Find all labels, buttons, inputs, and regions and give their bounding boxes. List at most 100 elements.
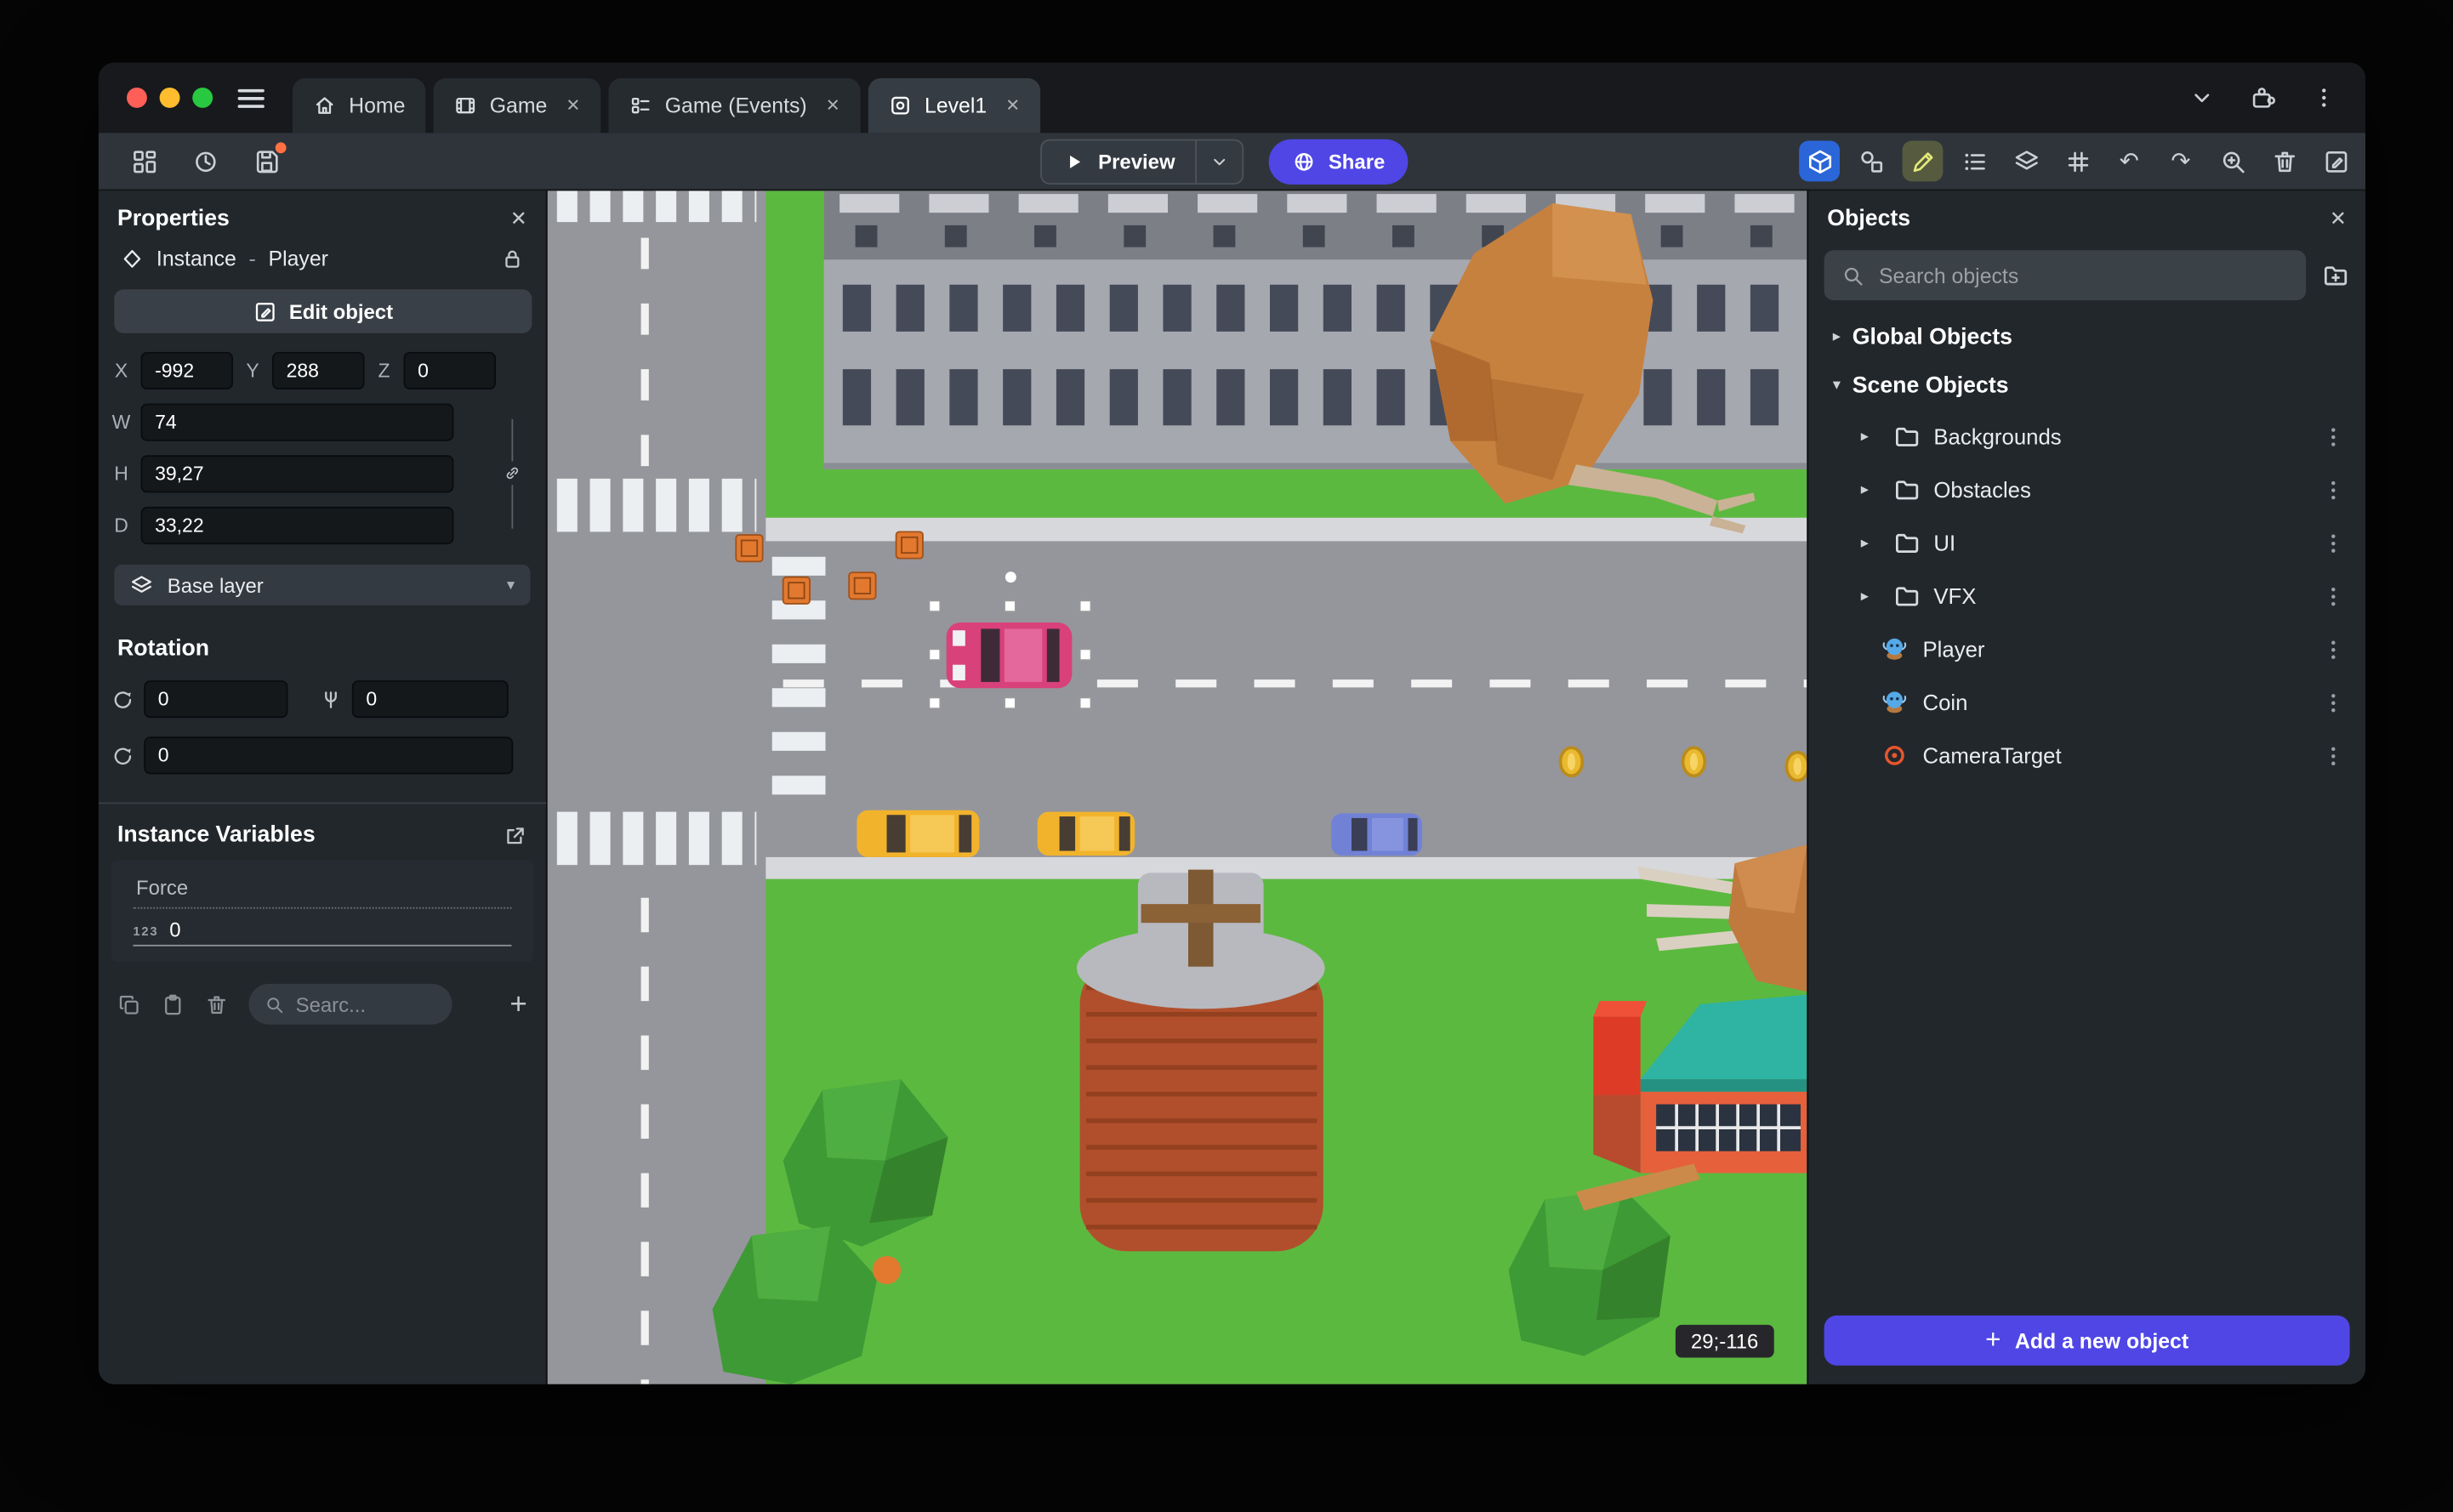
folder-menu-icon[interactable] (2320, 423, 2347, 450)
player-car-selected[interactable] (946, 622, 1073, 689)
chevron-right-icon[interactable]: ▸ (1849, 534, 1881, 551)
variable-value-input[interactable] (169, 918, 452, 942)
variable-name[interactable]: Force (133, 870, 512, 909)
edit-object-button[interactable]: Edit object (114, 289, 532, 333)
fullscreen-window-button[interactable] (192, 88, 213, 108)
close-window-button[interactable] (126, 88, 147, 108)
variables-search[interactable] (248, 983, 452, 1025)
grid-icon[interactable] (2057, 141, 2098, 182)
height-input[interactable] (140, 455, 454, 493)
zoom-in-icon[interactable] (2212, 141, 2253, 182)
objects-search-input[interactable] (1878, 263, 2289, 287)
more-options-icon[interactable] (2311, 84, 2337, 111)
instances-list-icon[interactable] (1954, 141, 1995, 182)
preview-button[interactable]: Preview (1040, 139, 1244, 185)
instance-object-name: Player (268, 247, 328, 271)
objects-search[interactable] (1824, 250, 2307, 301)
redo-icon[interactable]: ↷ (2160, 141, 2201, 182)
preview-button-main[interactable]: Preview (1042, 151, 1196, 173)
history-icon[interactable] (185, 141, 225, 182)
object-camera-target[interactable]: CameraTarget (1808, 729, 2365, 782)
app-window: Home Game ✕ Game (Events) ✕ Level1 ✕ Pre… (98, 62, 2366, 1384)
tab-home[interactable]: Home (292, 77, 426, 134)
folder-ui[interactable]: ▸ UI (1808, 516, 2365, 570)
toggle-3d-view-icon[interactable] (1799, 140, 1841, 182)
add-variable-button[interactable]: + (509, 989, 526, 1019)
folder-vfx[interactable]: ▸ VFX (1808, 570, 2365, 623)
tab-level1[interactable]: Level1 ✕ (868, 77, 1041, 134)
delete-variable-icon[interactable] (205, 992, 229, 1016)
project-manager-icon[interactable] (123, 141, 164, 182)
lock-icon[interactable] (501, 247, 525, 271)
scene-canvas[interactable] (547, 190, 1807, 1384)
share-button[interactable]: Share (1268, 139, 1409, 185)
depth-input[interactable] (140, 506, 454, 545)
rotate-x-icon (111, 687, 135, 711)
target-icon (1881, 742, 1909, 770)
edit-mode-pencil-icon[interactable] (1902, 140, 1944, 182)
y-input[interactable] (272, 351, 365, 389)
group-global-objects[interactable]: ▸ Global Objects (1808, 313, 2365, 361)
close-tab-icon[interactable]: ✕ (1005, 95, 1020, 116)
object-coin[interactable]: Coin (1808, 676, 2365, 730)
tab-game[interactable]: Game ✕ (433, 77, 601, 134)
window-controls (126, 88, 213, 108)
car-yellow-2[interactable] (1037, 811, 1135, 856)
open-variables-editor-icon[interactable] (504, 823, 527, 847)
car-yellow-1[interactable] (857, 810, 980, 857)
tabs-overflow-chevron-icon[interactable] (2188, 84, 2215, 111)
layers-icon[interactable] (2006, 141, 2046, 182)
chevron-right-icon[interactable]: ▸ (1849, 588, 1881, 605)
titlebar-right-actions (2188, 84, 2337, 111)
undo-icon[interactable]: ↶ (2109, 141, 2149, 182)
folder-obstacles[interactable]: ▸ Obstacles (1808, 463, 2365, 516)
x-input[interactable] (140, 351, 234, 389)
variables-search-input[interactable] (295, 992, 437, 1016)
width-input[interactable] (140, 403, 454, 441)
folder-menu-icon[interactable] (2320, 583, 2347, 609)
close-properties-icon[interactable]: ✕ (510, 207, 527, 231)
chevron-right-icon[interactable]: ▸ (1849, 428, 1881, 445)
close-tab-icon[interactable]: ✕ (826, 95, 840, 116)
folder-backgrounds[interactable]: ▸ Backgrounds (1808, 410, 2365, 463)
chevron-down-icon[interactable]: ▾ (1821, 377, 1853, 394)
add-folder-icon[interactable] (2322, 261, 2350, 289)
link-dimensions-icon[interactable] (500, 461, 525, 486)
chevron-right-icon[interactable]: ▸ (1849, 481, 1881, 498)
layer-select[interactable]: Base layer ▾ (114, 564, 531, 605)
chevron-right-icon[interactable]: ▸ (1821, 328, 1853, 345)
preview-options-chevron[interactable] (1195, 140, 1243, 184)
close-tab-icon[interactable]: ✕ (566, 95, 580, 116)
variable-value-row: 123 (133, 918, 512, 946)
objects-mode-icon[interactable] (1851, 141, 1892, 182)
folder-menu-icon[interactable] (2320, 476, 2347, 503)
object-menu-icon[interactable] (2320, 636, 2347, 662)
delete-icon[interactable] (2263, 141, 2304, 182)
folder-menu-icon[interactable] (2320, 530, 2347, 556)
close-objects-icon[interactable]: ✕ (2330, 207, 2347, 231)
rotation-x-input[interactable] (144, 680, 288, 719)
minimize-window-button[interactable] (159, 88, 180, 108)
object-menu-icon[interactable] (2320, 689, 2347, 715)
main-menu-icon[interactable] (237, 88, 265, 107)
rotation-z-input[interactable] (144, 736, 514, 775)
paste-icon[interactable] (161, 992, 185, 1016)
z-input[interactable] (403, 351, 497, 389)
edit-scene-properties-icon[interactable] (2315, 141, 2356, 182)
teal-building[interactable] (1593, 994, 1807, 1174)
apartment-building[interactable] (823, 190, 1807, 469)
group-scene-objects[interactable]: ▾ Scene Objects (1808, 361, 2365, 410)
save-icon[interactable] (246, 141, 287, 182)
toolbar-center: Preview Share (1040, 139, 1409, 185)
copy-icon[interactable] (117, 992, 141, 1016)
rotation-row-2 (99, 736, 546, 775)
object-menu-icon[interactable] (2320, 742, 2347, 769)
scene-viewport[interactable]: 29;-116 (547, 190, 1807, 1384)
object-player[interactable]: Player (1808, 622, 2365, 676)
tab-game-events[interactable]: Game (Events) ✕ (608, 77, 861, 134)
extensions-icon[interactable] (2250, 84, 2276, 111)
add-new-object-button[interactable]: + Add a new object (1824, 1315, 2350, 1366)
unsaved-changes-indicator (275, 142, 287, 154)
rotation-y-input[interactable] (351, 680, 509, 719)
car-blue[interactable] (1330, 813, 1423, 856)
